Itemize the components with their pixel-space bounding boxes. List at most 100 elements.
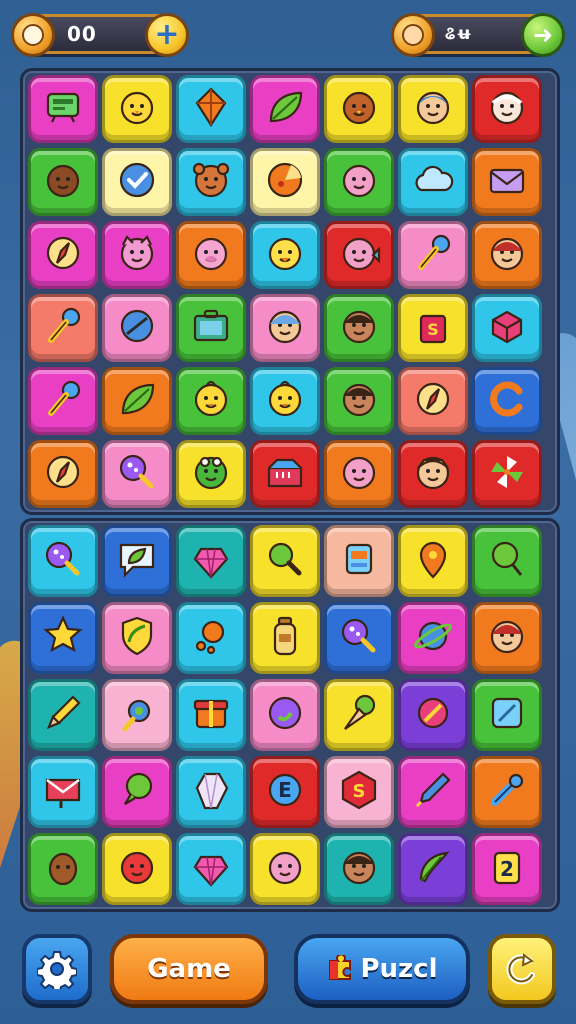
cat-icon <box>113 229 161 281</box>
tile[interactable] <box>102 75 172 143</box>
tile[interactable] <box>176 440 246 508</box>
tile[interactable] <box>102 679 172 751</box>
tile[interactable] <box>324 367 394 435</box>
compass-icon <box>39 448 87 500</box>
tile[interactable] <box>250 525 320 597</box>
tile[interactable] <box>176 602 246 674</box>
tile[interactable] <box>324 148 394 216</box>
tile[interactable] <box>28 367 98 435</box>
tile[interactable] <box>398 833 468 905</box>
compass-icon <box>39 229 87 281</box>
tile[interactable] <box>250 440 320 508</box>
tile[interactable] <box>176 75 246 143</box>
puzzle-button[interactable]: Puzcl <box>294 934 470 1004</box>
tile[interactable] <box>398 367 468 435</box>
tile[interactable] <box>102 440 172 508</box>
girl-face-icon <box>483 229 531 281</box>
tile[interactable] <box>250 602 320 674</box>
tile[interactable] <box>472 221 542 289</box>
tile[interactable] <box>28 525 98 597</box>
tile[interactable] <box>250 679 320 751</box>
tile[interactable] <box>102 221 172 289</box>
tile[interactable] <box>398 221 468 289</box>
tile[interactable] <box>102 833 172 905</box>
gear-bug-icon <box>113 689 161 741</box>
tile[interactable] <box>102 294 172 362</box>
tile[interactable] <box>28 833 98 905</box>
tile[interactable] <box>324 440 394 508</box>
tile[interactable] <box>28 756 98 828</box>
mailbox-icon <box>39 766 87 818</box>
map-pin-icon <box>409 535 457 587</box>
tile[interactable] <box>176 756 246 828</box>
tile[interactable] <box>324 679 394 751</box>
tile[interactable]: 2 <box>472 833 542 905</box>
tile[interactable] <box>324 525 394 597</box>
letter-c-icon <box>483 375 531 427</box>
tile[interactable] <box>176 679 246 751</box>
tile[interactable] <box>28 602 98 674</box>
tile[interactable] <box>398 525 468 597</box>
tile[interactable] <box>28 148 98 216</box>
tile[interactable] <box>176 294 246 362</box>
tile[interactable] <box>398 440 468 508</box>
ice-cream-icon <box>335 689 383 741</box>
tile[interactable] <box>102 602 172 674</box>
leaf-icon <box>113 375 161 427</box>
tile[interactable] <box>324 75 394 143</box>
tile[interactable] <box>28 75 98 143</box>
settings-button[interactable] <box>22 934 92 1004</box>
tile[interactable] <box>250 833 320 905</box>
tile[interactable] <box>324 221 394 289</box>
tile[interactable] <box>398 602 468 674</box>
tile[interactable] <box>250 148 320 216</box>
tile[interactable] <box>102 148 172 216</box>
tile[interactable] <box>28 440 98 508</box>
tile[interactable] <box>176 525 246 597</box>
tile[interactable] <box>472 756 542 828</box>
tile[interactable] <box>398 75 468 143</box>
tile[interactable] <box>398 148 468 216</box>
tile[interactable] <box>472 602 542 674</box>
tile[interactable] <box>472 679 542 751</box>
tile[interactable] <box>324 833 394 905</box>
tile[interactable] <box>250 75 320 143</box>
game-button-label: Game <box>147 954 231 984</box>
tile[interactable] <box>398 756 468 828</box>
tile[interactable] <box>102 367 172 435</box>
tile[interactable] <box>102 756 172 828</box>
undo-button[interactable] <box>488 934 556 1004</box>
add-coins-button[interactable]: + <box>145 13 189 57</box>
tile[interactable] <box>176 221 246 289</box>
tile[interactable] <box>250 221 320 289</box>
tile[interactable] <box>250 294 320 362</box>
game-button[interactable]: Game <box>110 934 268 1004</box>
badge-icon <box>409 689 457 741</box>
tile[interactable] <box>176 367 246 435</box>
coins-counter: 00 + <box>11 13 189 57</box>
tile[interactable] <box>28 221 98 289</box>
top-bar: 00 + ଌʉ ➜ <box>11 10 565 57</box>
next-arrow-button[interactable]: ➜ <box>521 13 565 57</box>
tile[interactable] <box>28 679 98 751</box>
frog-icon <box>187 448 235 500</box>
tile[interactable] <box>176 148 246 216</box>
tile[interactable] <box>176 833 246 905</box>
tile[interactable] <box>472 440 542 508</box>
tile[interactable] <box>472 367 542 435</box>
tile[interactable] <box>472 148 542 216</box>
tile[interactable] <box>398 679 468 751</box>
tile[interactable] <box>472 75 542 143</box>
tile[interactable] <box>472 525 542 597</box>
crystal-icon <box>187 766 235 818</box>
tile[interactable] <box>102 525 172 597</box>
tile[interactable]: S <box>398 294 468 362</box>
tile[interactable]: S <box>324 756 394 828</box>
tile[interactable] <box>324 602 394 674</box>
tile[interactable] <box>472 294 542 362</box>
face-pink-icon <box>335 156 383 208</box>
tile[interactable] <box>324 294 394 362</box>
tile[interactable] <box>28 294 98 362</box>
tile[interactable]: E <box>250 756 320 828</box>
tile[interactable] <box>250 367 320 435</box>
